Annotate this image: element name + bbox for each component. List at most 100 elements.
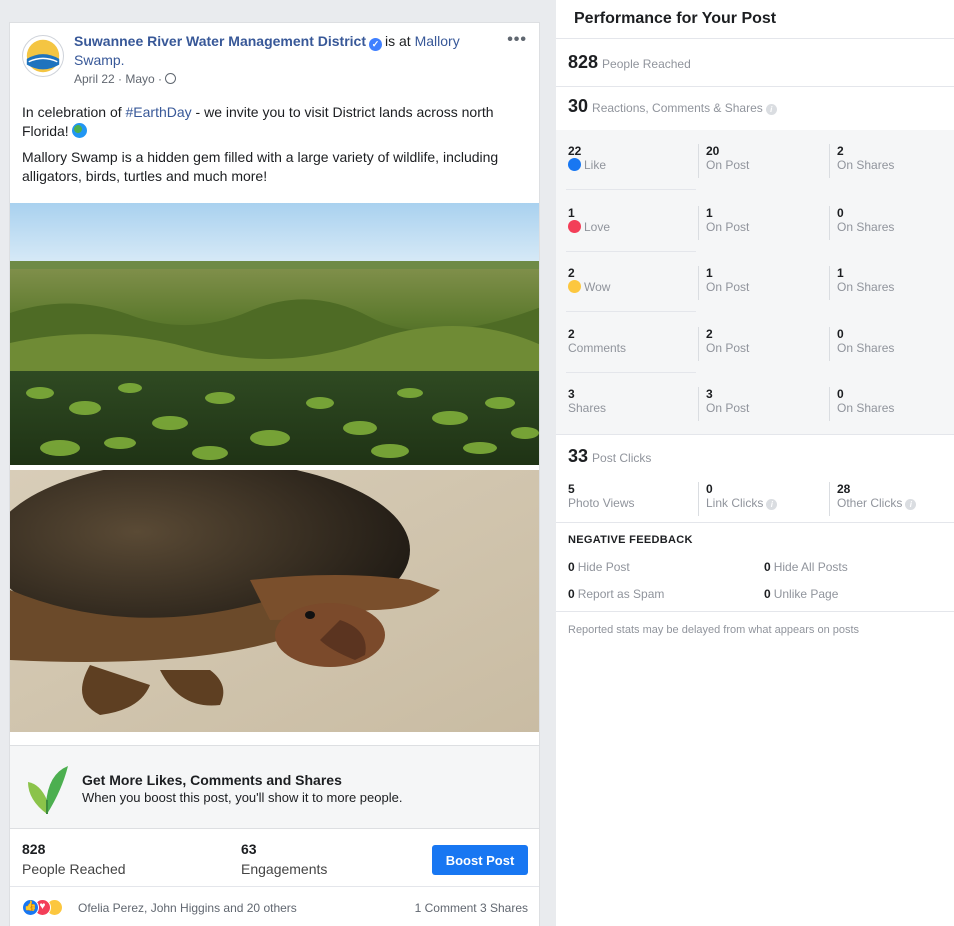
comments-total: 2 xyxy=(568,327,575,341)
header-line: Suwannee River Water Management District… xyxy=(74,32,494,70)
separator xyxy=(698,387,699,421)
on-post-label: On Post xyxy=(706,341,750,355)
wow-icon xyxy=(568,280,581,293)
separator xyxy=(829,144,830,178)
clicks-breakdown: 5 Photo Views 0 Link Clicks i 28 Other Click… xyxy=(556,478,954,522)
divider xyxy=(556,434,954,435)
hide-all-posts-stat: 0 Hide All Posts xyxy=(764,560,848,574)
wow-total: 2 xyxy=(568,266,575,280)
engagements-count: 63 xyxy=(241,841,257,857)
on-post-label: On Post xyxy=(706,220,750,234)
on-shares-label: On Shares xyxy=(837,401,895,415)
clicks-count: 33 xyxy=(568,446,589,466)
spam-label: Report as Spam xyxy=(577,587,665,601)
reactions-breakdown: 22 Like 20 On Post 2 On Shares 1 Love 1 On Po… xyxy=(556,130,954,434)
negative-feedback-title: NEGATIVE FEEDBACK xyxy=(568,534,693,546)
wow-label: Wow xyxy=(584,280,611,294)
people-reached-stat: 828 People Reached xyxy=(568,52,691,73)
divider xyxy=(556,38,954,39)
divider xyxy=(556,86,954,87)
on-shares-label: On Shares xyxy=(837,220,895,234)
separator xyxy=(829,266,830,300)
like-reaction-icon: 👍 xyxy=(22,899,39,916)
unlike-page-stat: 0 Unlike Page xyxy=(764,587,838,601)
info-icon[interactable]: i xyxy=(905,499,917,510)
report-spam-stat: 0 Report as Spam xyxy=(568,587,664,601)
shares-label: Shares xyxy=(568,401,607,415)
on-shares-label: On Shares xyxy=(837,158,895,172)
post-meta: April 22 · Mayo · xyxy=(74,72,527,86)
on-post-label: On Post xyxy=(706,401,750,415)
separator xyxy=(829,327,830,361)
unlike-count: 0 xyxy=(764,587,771,601)
engagements-label: Engagements xyxy=(241,861,328,877)
love-label: Love xyxy=(584,220,611,234)
promo-subtitle: When you boost this post, you'll show it… xyxy=(82,790,403,805)
rcs-label: Reactions, Comments & Shares xyxy=(592,101,763,115)
like-on-shares: 2 xyxy=(837,144,844,158)
performance-title: Performance for Your Post xyxy=(574,10,777,27)
row-divider xyxy=(566,311,696,312)
post-card: Suwannee River Water Management District… xyxy=(9,22,540,926)
love-icon xyxy=(568,220,581,233)
verified-badge-icon: ✓ xyxy=(369,38,383,51)
is-at-text: is at xyxy=(385,33,411,49)
like-label: Like xyxy=(584,158,607,172)
like-on-post: 20 xyxy=(706,144,720,158)
text-line2: Mallory Swamp is a hidden gem filled wit… xyxy=(22,149,499,184)
breakdown-row-love: 1 Love 1 On Post 0 On Shares xyxy=(556,192,954,252)
hide-post-stat: 0 Hide Post xyxy=(568,560,630,574)
reactions-comments-shares-stat: 30 Reactions, Comments & Shares i xyxy=(568,96,777,117)
post-clicks-stat: 33 Post Clicks xyxy=(568,446,651,467)
breakdown-row-like: 22 Like 20 On Post 2 On Shares xyxy=(556,130,954,190)
district-logo-icon xyxy=(23,36,63,76)
on-post-label: On Post xyxy=(706,280,750,294)
breakdown-row-comments: 2 Comments 2 On Post 0 On Shares xyxy=(556,313,954,373)
shares-total: 3 xyxy=(568,387,575,401)
more-options-icon[interactable]: ••• xyxy=(507,32,527,48)
shares-on-post: 3 xyxy=(706,387,713,401)
on-post-label: On Post xyxy=(706,158,750,172)
hashtag-link[interactable]: #EarthDay xyxy=(126,104,192,120)
link-clicks-label: Link Clicks xyxy=(706,496,764,510)
divider xyxy=(556,522,954,523)
like-icon xyxy=(568,158,581,171)
unlike-label: Unlike Page xyxy=(773,587,839,601)
leaf-icon xyxy=(28,766,68,814)
reaction-icons[interactable]: 👍 ♥ xyxy=(22,899,63,917)
swamp-photo[interactable] xyxy=(10,203,539,465)
people-reached-count: 828 xyxy=(22,841,46,857)
post-header: Suwannee River Water Management District… xyxy=(10,23,539,95)
info-icon[interactable]: i xyxy=(765,104,777,115)
info-icon[interactable]: i xyxy=(766,499,778,510)
shares-on-shares: 0 xyxy=(837,387,844,401)
hide-post-label: Hide Post xyxy=(577,560,630,574)
breakdown-row-shares: 3 Shares 3 On Post 0 On Shares xyxy=(556,373,954,433)
reached-count: 828 xyxy=(568,52,599,72)
wow-on-shares: 1 xyxy=(837,266,844,280)
separator xyxy=(698,144,699,178)
like-total: 22 xyxy=(568,144,582,158)
separator xyxy=(829,482,830,516)
separator xyxy=(829,206,830,240)
reactions-row: 👍 ♥ Ofelia Perez, John Higgins and 20 oth… xyxy=(10,887,539,926)
post-author: Mayo xyxy=(125,72,155,86)
other-clicks-label: Other Clicks xyxy=(837,496,903,510)
separator xyxy=(698,266,699,300)
separator xyxy=(829,387,830,421)
separator xyxy=(698,327,699,361)
breakdown-row-wow: 2 Wow 1 On Post 1 On Shares xyxy=(556,252,954,312)
turtle-photo[interactable] xyxy=(10,470,539,732)
hide-all-count: 0 xyxy=(764,560,771,574)
comments-shares-count[interactable]: 1 Comment 3 Shares xyxy=(415,901,528,915)
love-total: 1 xyxy=(568,206,575,220)
boost-post-button[interactable]: Boost Post xyxy=(432,845,528,875)
photo-views-label: Photo Views xyxy=(568,496,635,510)
post-text: In celebration of #EarthDay - we invite … xyxy=(10,95,539,186)
divider xyxy=(556,611,954,612)
page-name-link[interactable]: Suwannee River Water Management District xyxy=(74,33,366,49)
post-date[interactable]: April 22 xyxy=(74,72,115,86)
reaction-names[interactable]: Ofelia Perez, John Higgins and 20 others xyxy=(78,901,297,915)
page-avatar[interactable] xyxy=(22,35,64,77)
boost-promo: Get More Likes, Comments and Shares When… xyxy=(10,745,539,829)
